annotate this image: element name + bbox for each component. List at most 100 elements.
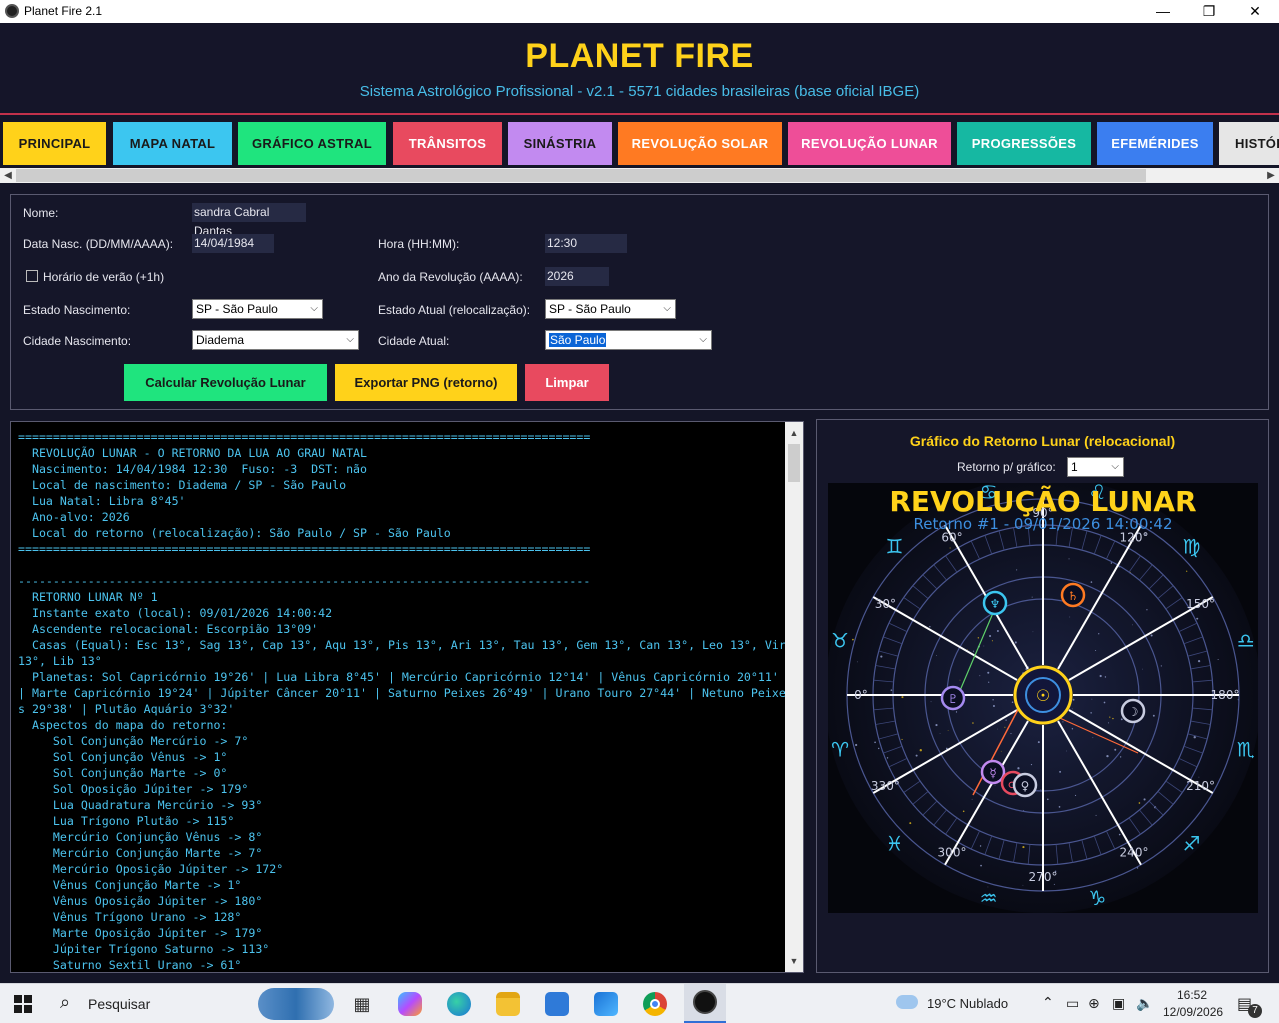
- name-label: Nome:: [23, 206, 59, 220]
- year-input[interactable]: 2026: [545, 267, 609, 286]
- calculate-button[interactable]: Calcular Revolução Lunar: [124, 364, 327, 401]
- star: [1071, 728, 1074, 730]
- star: [1000, 750, 1002, 752]
- results-line: Vênus Conjunção Marte -> 1°: [18, 878, 242, 892]
- tab-revolucao-solar[interactable]: REVOLUÇÃO SOLAR: [618, 122, 782, 165]
- degree-label: 270°: [1029, 870, 1058, 884]
- dst-checkbox[interactable]: [26, 270, 38, 282]
- star: [1005, 719, 1007, 721]
- results-line: Casas (Equal): Esc 13°, Sag 13°, Cap 13°…: [18, 638, 786, 668]
- degree-label: 210°: [1186, 779, 1215, 793]
- star: [878, 747, 880, 750]
- volume-icon[interactable]: 🔈: [1136, 995, 1153, 1012]
- zodiac-glyph: ♉: [831, 629, 849, 653]
- network-status-icon[interactable]: ⊕: [1088, 995, 1100, 1012]
- windows-start-icon[interactable]: [14, 995, 32, 1013]
- minimize-button[interactable]: —: [1140, 0, 1186, 23]
- results-line: ========================================…: [18, 542, 591, 556]
- star: [1068, 558, 1070, 560]
- taskbar-date[interactable]: 12/09/2026: [1163, 1005, 1223, 1019]
- taskbar-time[interactable]: 16:52: [1177, 988, 1207, 1002]
- star: [1112, 717, 1114, 720]
- scroll-right-icon[interactable]: ▶: [1263, 168, 1279, 183]
- tab-efemerides[interactable]: EFEMÉRIDES: [1097, 122, 1213, 165]
- star: [994, 784, 996, 786]
- chevron-up-icon[interactable]: ⌃: [1042, 994, 1054, 1011]
- outlook-icon[interactable]: [594, 992, 618, 1016]
- name-input[interactable]: sandra Cabral Dantas: [192, 203, 306, 238]
- star: [919, 749, 922, 752]
- task-view-icon[interactable]: ▦: [350, 992, 374, 1016]
- tab-transitos[interactable]: TRÂNSITOS: [393, 122, 502, 165]
- zodiac-glyph: ♒: [980, 886, 998, 910]
- star: [1138, 802, 1141, 804]
- zodiac-glyph: ♏: [1237, 737, 1255, 761]
- display-icon[interactable]: ▣: [1112, 995, 1125, 1012]
- copilot-icon[interactable]: [398, 992, 422, 1016]
- results-scrollbar[interactable]: ▲ ▼: [785, 422, 803, 972]
- current-city-value: São Paulo: [549, 333, 607, 347]
- star: [1092, 737, 1094, 739]
- current-state-value: SP - São Paulo: [549, 302, 631, 316]
- device-icon[interactable]: ▭: [1066, 995, 1079, 1012]
- tabs-scrollbar[interactable]: ◀ ▶: [0, 168, 1279, 183]
- birth-city-select[interactable]: Diadema ⌵: [192, 330, 359, 350]
- results-line: Vênus Oposição Júpiter -> 180°: [18, 894, 263, 908]
- current-city-select[interactable]: São Paulo ⌵: [545, 330, 712, 350]
- star: [972, 722, 974, 724]
- time-input[interactable]: 12:30: [545, 234, 627, 253]
- scroll-up-icon[interactable]: ▲: [785, 424, 803, 442]
- tab-historico[interactable]: HISTÓRICO: [1219, 122, 1279, 165]
- scrollbar-thumb[interactable]: [788, 444, 800, 482]
- tab-progressoes[interactable]: PROGRESSÕES: [957, 122, 1091, 165]
- results-line: Lua Natal: Libra 8°45': [18, 494, 186, 508]
- birth-date-input[interactable]: 14/04/1984: [192, 234, 274, 253]
- results-text-panel[interactable]: ========================================…: [10, 421, 804, 973]
- results-line: Planetas: Sol Capricórnio 19°26' | Lua L…: [18, 670, 786, 716]
- scrollbar-thumb[interactable]: [16, 169, 1146, 182]
- star: [1160, 665, 1162, 667]
- tab-sinastria[interactable]: SINÁSTRIA: [508, 122, 612, 165]
- store-icon[interactable]: [545, 992, 569, 1016]
- export-png-button[interactable]: Exportar PNG (retorno): [335, 364, 517, 401]
- close-button[interactable]: ✕: [1232, 0, 1278, 23]
- planet-glyph-saturn: ♄: [1068, 589, 1079, 603]
- star: [1193, 736, 1196, 739]
- degree-label: 240°: [1120, 846, 1149, 860]
- tab-revolucao-lunar[interactable]: REVOLUÇÃO LUNAR: [788, 122, 951, 165]
- weather-text[interactable]: 19°C Nublado: [927, 996, 1008, 1011]
- tab-principal[interactable]: PRINCIPAL: [3, 122, 106, 165]
- star: [1106, 754, 1109, 758]
- star: [1069, 616, 1071, 618]
- planet-glyph-moon: ☽: [1128, 705, 1139, 719]
- return-select[interactable]: 1 ⌵: [1067, 457, 1124, 477]
- results-line: Mercúrio Conjunção Vênus -> 8°: [18, 830, 263, 844]
- scroll-left-icon[interactable]: ◀: [0, 168, 16, 183]
- star: [915, 754, 918, 757]
- birth-state-label: Estado Nascimento:: [23, 303, 131, 317]
- edge-browser-icon[interactable]: [447, 992, 471, 1016]
- star: [1072, 698, 1075, 701]
- chart-panel-title: Gráfico do Retorno Lunar (relocacional): [909, 433, 1176, 449]
- results-text: ========================================…: [18, 429, 788, 972]
- chevron-down-icon: ⌵: [663, 303, 671, 314]
- results-line: Vênus Trígono Urano -> 128°: [18, 910, 242, 924]
- star: [989, 634, 992, 638]
- star: [1017, 767, 1020, 770]
- planet-fire-taskbar-button[interactable]: [684, 984, 726, 1023]
- tab-grafico-astral[interactable]: GRÁFICO ASTRAL: [238, 122, 386, 165]
- star: [997, 728, 998, 730]
- taskbar-search[interactable]: Pesquisar: [52, 989, 252, 1019]
- maximize-button[interactable]: ❐: [1186, 0, 1232, 23]
- star: [949, 547, 951, 549]
- current-state-select[interactable]: SP - São Paulo ⌵: [545, 299, 676, 319]
- star: [1011, 701, 1014, 703]
- tab-mapa-natal[interactable]: MAPA NATAL: [113, 122, 232, 165]
- clear-button[interactable]: Limpar: [525, 364, 609, 401]
- file-explorer-icon[interactable]: [496, 992, 520, 1016]
- birth-state-select[interactable]: SP - São Paulo ⌵: [192, 299, 323, 319]
- scroll-down-icon[interactable]: ▼: [785, 952, 803, 970]
- star: [1132, 624, 1133, 626]
- chrome-icon[interactable]: [643, 992, 667, 1016]
- search-highlight-icon[interactable]: [258, 988, 334, 1020]
